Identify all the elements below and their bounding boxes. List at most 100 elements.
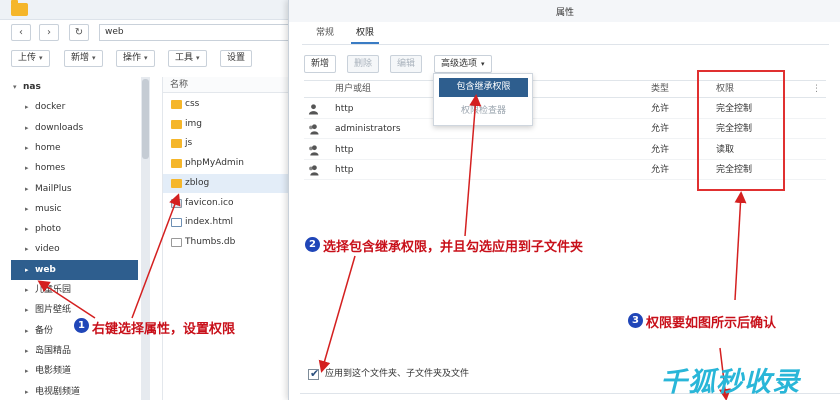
tree-item-label: 备份 (35, 325, 54, 336)
tree-item[interactable]: ▸ music (0, 199, 140, 219)
add-button[interactable]: 新增 (304, 55, 337, 73)
edit-button[interactable]: 编辑 (390, 55, 423, 73)
tree-item[interactable]: ▸ 岛国精品 (0, 341, 140, 361)
folder-icon (171, 139, 182, 149)
file-manager: ‹ › ↻ web 上传 ▾ 新增 ▾ 操作 ▾ 工具 ▾ 设置 ▾ nas ▸ docker… (0, 0, 301, 400)
action-button[interactable]: 操作 ▾ (116, 50, 155, 67)
menu-item-permission-inspector[interactable]: 权限检查器 (439, 102, 528, 121)
tree-item-label: 图片壁纸 (35, 305, 72, 316)
caret-right-icon[interactable]: ▸ (25, 219, 29, 239)
caret-right-icon[interactable]: ▸ (25, 138, 29, 158)
tree-item-label: music (35, 203, 62, 214)
tree-item[interactable]: ▸ web (11, 259, 138, 280)
advanced-options-menu: 包含继承权限 权限检查器 (433, 73, 533, 126)
annotation-text-2: 选择包含继承权限，并且勾选应用到子文件夹 (323, 240, 584, 255)
chevron-left-icon: ‹ (19, 27, 23, 38)
scrollbar-thumb[interactable] (142, 79, 149, 159)
tree-item[interactable]: ▸ MailPlus (0, 179, 140, 199)
file-row[interactable]: index.html (163, 213, 301, 232)
folder-tree: ▾ nas ▸ docker ▸ downloads ▸ home ▸ homes ▸ MailPlu… (0, 77, 160, 400)
tree-item[interactable]: ▸ 电影频道 (0, 361, 140, 381)
tree-item-label: web (35, 264, 56, 275)
folder-tree-scrollbar[interactable] (141, 77, 150, 400)
column-header-type[interactable]: 类型 (651, 81, 669, 98)
refresh-button[interactable]: ↻ (69, 24, 89, 41)
tree-item[interactable]: ▸ home (0, 138, 140, 158)
create-button[interactable]: 新增 ▾ (64, 50, 103, 67)
dialog-title: 属性 (289, 0, 840, 22)
settings-button[interactable]: 设置 (220, 50, 253, 67)
tree-item[interactable]: ▸ photo (0, 219, 140, 239)
caret-right-icon[interactable]: ▸ (25, 361, 29, 381)
group-icon (309, 124, 319, 135)
tree-item-label: docker (35, 102, 66, 113)
annotation-text-3: 权限要如图所示后确认 (646, 316, 777, 331)
column-header-name[interactable]: 名称 (163, 77, 301, 93)
permission-type: 允许 (651, 124, 670, 135)
file-icon (171, 218, 182, 228)
column-menu-icon[interactable]: ⋮ (812, 81, 821, 98)
file-row[interactable]: js (163, 134, 301, 153)
file-icon (171, 198, 182, 208)
group-icon (309, 144, 319, 156)
tree-item[interactable]: ▾ nas (0, 77, 140, 97)
advanced-options-button[interactable]: 高级选项 ▾ (434, 55, 492, 73)
caret-right-icon[interactable]: ▸ (25, 179, 29, 199)
caret-right-icon[interactable]: ▸ (25, 280, 29, 300)
path-input[interactable]: web (99, 24, 300, 41)
file-name: phpMyAdmin (185, 158, 244, 169)
permission-user-name: http (335, 164, 354, 175)
caret-right-icon[interactable]: ▸ (25, 341, 29, 361)
create-button-label: 新增 (71, 53, 90, 63)
caret-right-icon[interactable]: ▸ (25, 118, 29, 138)
caret-right-icon[interactable]: ▸ (25, 300, 29, 320)
caret-down-icon[interactable]: ▾ (13, 77, 17, 97)
permission-type: 允许 (651, 104, 670, 114)
caret-right-icon[interactable]: ▸ (25, 382, 29, 400)
tree-item-label: home (35, 142, 61, 153)
menu-item-include-inherited[interactable]: 包含继承权限 (439, 78, 528, 97)
tree-item-label: MailPlus (35, 183, 72, 194)
caret-right-icon[interactable]: ▸ (25, 321, 29, 341)
annotation-badge-1: 1 (74, 318, 89, 333)
file-manager-titlebar (0, 0, 300, 20)
user-icon (308, 104, 319, 115)
caret-down-icon: ▾ (481, 60, 485, 68)
caret-right-icon[interactable]: ▸ (25, 239, 29, 259)
tree-item[interactable]: ▸ 儿童乐园 (0, 280, 140, 300)
folder-icon (171, 159, 182, 169)
tab-permissions[interactable]: 权限 (351, 22, 380, 44)
back-button[interactable]: ‹ (11, 24, 31, 41)
tree-item[interactable]: ▸ 电视剧频道 (0, 382, 140, 400)
caret-right-icon[interactable]: ▸ (25, 199, 29, 219)
caret-right-icon[interactable]: ▸ (25, 97, 29, 117)
tools-button[interactable]: 工具 ▾ (168, 50, 207, 67)
permission-type: 允许 (651, 164, 670, 175)
tree-item[interactable]: ▸ downloads (0, 118, 140, 138)
properties-dialog: 属性 常规 权限 新增 删除 编辑 高级选项 ▾ 用户或组 类型 权限 ⋮ htt… (288, 0, 840, 400)
file-name: favicon.ico (185, 197, 234, 208)
column-header-user-or-group[interactable]: 用户或组 (335, 81, 371, 98)
tree-item-label: 儿童乐园 (35, 285, 72, 295)
watermark-logo: 千狐秒收录 (660, 367, 800, 398)
caret-right-icon[interactable]: ▸ (25, 158, 29, 178)
tree-item[interactable]: ▸ video (0, 239, 140, 259)
file-row[interactable]: img (163, 115, 301, 134)
file-name: img (185, 118, 202, 129)
tree-item[interactable]: ▸ docker (0, 97, 140, 117)
delete-button[interactable]: 删除 (347, 55, 380, 73)
apply-to-subfolders-checkbox[interactable]: ✔ (308, 367, 320, 380)
forward-button[interactable]: › (39, 24, 59, 41)
tree-item-label: 电视剧频道 (35, 386, 81, 397)
annotation-badge-2: 2 (305, 237, 320, 252)
upload-button[interactable]: 上传 ▾ (11, 50, 50, 67)
file-row[interactable]: zblog (163, 173, 301, 193)
file-row[interactable]: phpMyAdmin (163, 154, 301, 173)
file-row[interactable]: css (163, 95, 301, 114)
tree-item[interactable]: ▸ homes (0, 158, 140, 178)
file-row[interactable]: favicon.ico (163, 194, 301, 213)
caret-right-icon[interactable]: ▸ (25, 260, 29, 280)
tab-general[interactable]: 常规 (311, 22, 339, 44)
file-row[interactable]: Thumbs.db (163, 233, 301, 252)
checkmark-icon: ✔ (310, 367, 320, 380)
